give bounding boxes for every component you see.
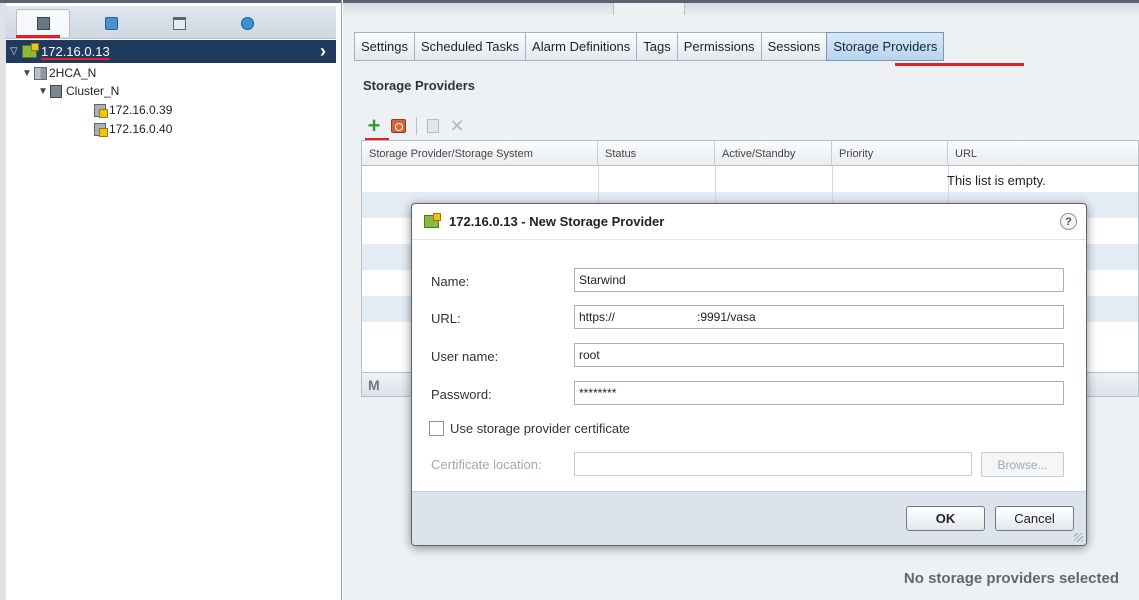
- storage-icon: [172, 16, 186, 30]
- expand-triangle-icon[interactable]: ▽: [10, 46, 22, 57]
- tree-item-label: 172.16.0.40: [109, 122, 173, 136]
- user-name-input-value: root: [579, 348, 600, 362]
- expand-triangle-icon[interactable]: ▼: [22, 68, 34, 79]
- use-certificate-label[interactable]: Use storage provider certificate: [450, 421, 630, 436]
- tab-networking[interactable]: [220, 9, 274, 37]
- vcenter-icon: [424, 213, 441, 228]
- grid-header: Storage Provider/Storage System Status A…: [362, 141, 1138, 166]
- user-name-input[interactable]: root: [574, 343, 1064, 367]
- section-title: Storage Providers: [363, 78, 475, 93]
- remove-icon: ✕: [449, 115, 465, 136]
- binoculars-icon[interactable]: M: [368, 377, 380, 393]
- new-storage-provider-dialog: 172.16.0.13 - New Storage Provider ? Nam…: [411, 203, 1087, 546]
- certificate-location-input: [574, 452, 972, 476]
- tree-item-label: Cluster_N: [66, 84, 120, 98]
- vms-templates-icon: [104, 16, 118, 30]
- dialog-title: 172.16.0.13 - New Storage Provider: [449, 214, 665, 229]
- url-input-protocol: https://: [579, 310, 616, 324]
- dialog-footer: OK Cancel: [412, 491, 1086, 545]
- name-input-value: Starwind: [579, 273, 626, 287]
- hosts-clusters-icon: [36, 17, 50, 30]
- tree-item-host[interactable]: 172.16.0.40: [94, 120, 172, 138]
- object-tabs-strip: [343, 3, 1139, 15]
- help-icon[interactable]: ?: [1060, 213, 1077, 230]
- name-label: Name:: [431, 274, 470, 289]
- cluster-icon: [50, 84, 62, 98]
- host-warning-icon: [94, 122, 108, 137]
- grid-toolbar: + ✕: [363, 115, 470, 137]
- url-label: URL:: [431, 311, 461, 326]
- use-certificate-checkbox[interactable]: [429, 421, 444, 436]
- host-warning-icon: [94, 103, 108, 118]
- tab-storage[interactable]: [152, 9, 206, 37]
- empty-list-message: This list is empty.: [947, 173, 1046, 188]
- tab-settings[interactable]: Settings: [354, 32, 415, 61]
- dialog-title-bar: 172.16.0.13 - New Storage Provider ?: [412, 204, 1086, 240]
- tree-item-label: 172.16.0.39: [109, 103, 173, 117]
- browse-button: Browse...: [981, 452, 1064, 477]
- column-header-status[interactable]: Status: [598, 141, 715, 166]
- rescan-button[interactable]: [387, 115, 409, 137]
- password-label: Password:: [431, 387, 492, 402]
- plus-icon: +: [367, 113, 381, 138]
- highlight-underline: [16, 35, 60, 38]
- tree-item-label: 172.16.0.13: [41, 44, 110, 59]
- tree-item-host[interactable]: 172.16.0.39: [94, 101, 172, 119]
- password-input[interactable]: ********: [574, 381, 1064, 405]
- ok-button[interactable]: OK: [906, 506, 985, 531]
- sync-icon: [427, 119, 439, 133]
- tab-vms-templates[interactable]: [84, 9, 138, 37]
- tab-scheduled-tasks[interactable]: Scheduled Tasks: [413, 32, 527, 61]
- highlight-underline: [895, 63, 1024, 66]
- tree-item-datacenter[interactable]: ▼ 2HCA_N: [22, 64, 96, 82]
- manage-subtabs: Settings Scheduled Tasks Alarm Definitio…: [354, 32, 945, 61]
- datacenter-icon: [34, 66, 47, 80]
- tab-hosts-clusters[interactable]: [16, 9, 70, 37]
- expand-triangle-icon[interactable]: ▼: [38, 86, 50, 97]
- column-header-url[interactable]: URL: [948, 141, 1139, 166]
- tree-item-cluster[interactable]: ▼ Cluster_N: [38, 82, 119, 100]
- rescan-icon: [390, 119, 406, 133]
- certificate-location-label: Certificate location:: [431, 457, 542, 472]
- no-selection-message: No storage providers selected: [903, 570, 1119, 587]
- vcenter-icon: [22, 43, 39, 58]
- url-input-port-path: :9991/vasa: [697, 310, 756, 324]
- tab-storage-providers[interactable]: Storage Providers: [826, 32, 945, 61]
- name-input[interactable]: Starwind: [574, 268, 1064, 292]
- chevron-right-icon[interactable]: ›: [320, 41, 326, 62]
- sync-button[interactable]: [422, 115, 444, 137]
- tree-item-label: 2HCA_N: [49, 66, 97, 80]
- toolbar-separator: [416, 117, 417, 135]
- networking-icon: [240, 16, 254, 30]
- tab-tags[interactable]: Tags: [636, 32, 678, 61]
- tab-sessions[interactable]: Sessions: [760, 32, 828, 61]
- tab-permissions[interactable]: Permissions: [676, 32, 762, 61]
- resize-grip-icon[interactable]: [1074, 533, 1083, 542]
- column-header-priority[interactable]: Priority: [832, 141, 948, 166]
- navigator-pane: ▽ 172.16.0.13 › ▼ 2HCA_N ▼ Cluster_N 172…: [0, 0, 342, 600]
- cancel-button[interactable]: Cancel: [995, 506, 1074, 531]
- tab-alarm-definitions[interactable]: Alarm Definitions: [525, 32, 638, 61]
- url-input[interactable]: https:// :9991/vasa: [574, 305, 1064, 329]
- remove-button[interactable]: ✕: [446, 115, 468, 137]
- password-input-value: ********: [579, 386, 617, 400]
- column-header-active-standby[interactable]: Active/Standby: [715, 141, 832, 166]
- add-storage-provider-button[interactable]: +: [363, 115, 385, 137]
- column-header-provider[interactable]: Storage Provider/Storage System: [362, 141, 598, 166]
- top-strip: [0, 0, 341, 3]
- object-tab-edge: [613, 3, 685, 15]
- user-name-label: User name:: [431, 349, 499, 364]
- tree-item-vcenter[interactable]: ▽ 172.16.0.13 ›: [6, 40, 336, 63]
